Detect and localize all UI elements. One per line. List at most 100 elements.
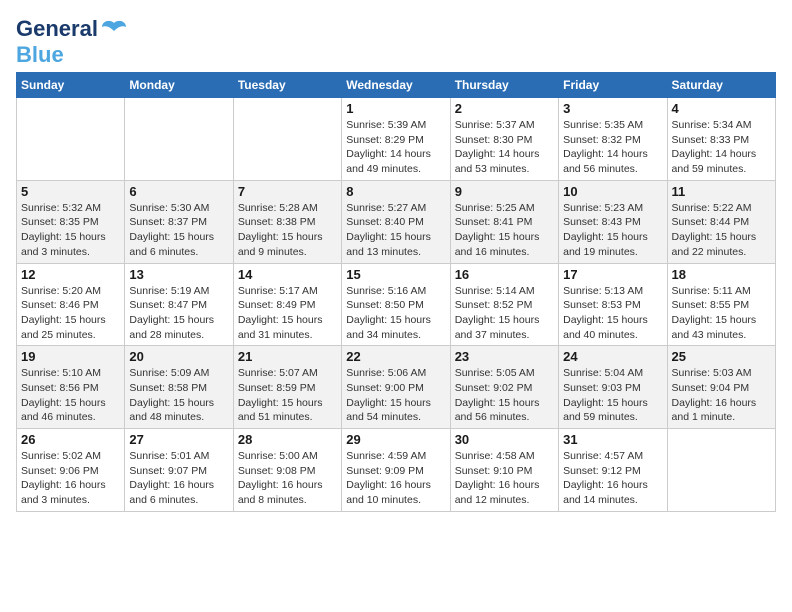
day-number: 24 bbox=[563, 349, 662, 364]
day-number: 9 bbox=[455, 184, 554, 199]
day-number: 3 bbox=[563, 101, 662, 116]
day-number: 20 bbox=[129, 349, 228, 364]
weekday-header-friday: Friday bbox=[559, 73, 667, 98]
day-cell: 12 Sunrise: 5:20 AM Sunset: 8:46 PM Dayli… bbox=[17, 263, 125, 346]
day-number: 10 bbox=[563, 184, 662, 199]
day-info: Sunrise: 5:06 AM Sunset: 9:00 PM Dayligh… bbox=[346, 366, 445, 425]
day-cell: 22 Sunrise: 5:06 AM Sunset: 9:00 PM Dayli… bbox=[342, 346, 450, 429]
day-number: 16 bbox=[455, 267, 554, 282]
day-cell: 11Sunrise: 5:22 AM Sunset: 8:44 PM Dayli… bbox=[667, 180, 775, 263]
day-info: Sunrise: 5:20 AM Sunset: 8:46 PM Dayligh… bbox=[21, 284, 120, 343]
logo-bird-icon bbox=[100, 19, 128, 39]
week-row-5: 26Sunrise: 5:02 AM Sunset: 9:06 PM Dayli… bbox=[17, 429, 776, 512]
day-number: 21 bbox=[238, 349, 337, 364]
day-number: 18 bbox=[672, 267, 771, 282]
day-cell: 26Sunrise: 5:02 AM Sunset: 9:06 PM Dayli… bbox=[17, 429, 125, 512]
day-number: 5 bbox=[21, 184, 120, 199]
day-cell: 13Sunrise: 5:19 AM Sunset: 8:47 PM Dayli… bbox=[125, 263, 233, 346]
day-info: Sunrise: 4:57 AM Sunset: 9:12 PM Dayligh… bbox=[563, 449, 662, 508]
day-info: Sunrise: 5:22 AM Sunset: 8:44 PM Dayligh… bbox=[672, 201, 771, 260]
day-number: 22 bbox=[346, 349, 445, 364]
day-cell: 28Sunrise: 5:00 AM Sunset: 9:08 PM Dayli… bbox=[233, 429, 341, 512]
day-info: Sunrise: 5:25 AM Sunset: 8:41 PM Dayligh… bbox=[455, 201, 554, 260]
day-cell: 30 Sunrise: 4:58 AM Sunset: 9:10 PM Dayli… bbox=[450, 429, 558, 512]
logo-blue: Blue bbox=[16, 42, 64, 67]
day-number: 4 bbox=[672, 101, 771, 116]
weekday-header-wednesday: Wednesday bbox=[342, 73, 450, 98]
day-info: Sunrise: 5:27 AM Sunset: 8:40 PM Dayligh… bbox=[346, 201, 445, 260]
week-row-4: 19 Sunrise: 5:10 AM Sunset: 8:56 PM Dayli… bbox=[17, 346, 776, 429]
day-cell bbox=[233, 98, 341, 181]
day-cell: 1 Sunrise: 5:39 AM Sunset: 8:29 PM Daylig… bbox=[342, 98, 450, 181]
day-info: Sunrise: 5:28 AM Sunset: 8:38 PM Dayligh… bbox=[238, 201, 337, 260]
day-info: Sunrise: 5:13 AM Sunset: 8:53 PM Dayligh… bbox=[563, 284, 662, 343]
day-cell: 24 Sunrise: 5:04 AM Sunset: 9:03 PM Dayli… bbox=[559, 346, 667, 429]
calendar-table: SundayMondayTuesdayWednesdayThursdayFrid… bbox=[16, 72, 776, 512]
day-number: 13 bbox=[129, 267, 228, 282]
day-number: 17 bbox=[563, 267, 662, 282]
day-number: 1 bbox=[346, 101, 445, 116]
day-number: 12 bbox=[21, 267, 120, 282]
day-cell: 4 Sunrise: 5:34 AM Sunset: 8:33 PM Daylig… bbox=[667, 98, 775, 181]
week-row-2: 5 Sunrise: 5:32 AM Sunset: 8:35 PM Daylig… bbox=[17, 180, 776, 263]
day-info: Sunrise: 5:17 AM Sunset: 8:49 PM Dayligh… bbox=[238, 284, 337, 343]
weekday-header-thursday: Thursday bbox=[450, 73, 558, 98]
day-cell: 20 Sunrise: 5:09 AM Sunset: 8:58 PM Dayli… bbox=[125, 346, 233, 429]
day-number: 8 bbox=[346, 184, 445, 199]
day-cell: 8 Sunrise: 5:27 AM Sunset: 8:40 PM Daylig… bbox=[342, 180, 450, 263]
day-number: 15 bbox=[346, 267, 445, 282]
week-row-3: 12 Sunrise: 5:20 AM Sunset: 8:46 PM Dayli… bbox=[17, 263, 776, 346]
day-number: 19 bbox=[21, 349, 120, 364]
day-info: Sunrise: 5:04 AM Sunset: 9:03 PM Dayligh… bbox=[563, 366, 662, 425]
day-number: 14 bbox=[238, 267, 337, 282]
day-cell bbox=[125, 98, 233, 181]
day-number: 28 bbox=[238, 432, 337, 447]
day-number: 25 bbox=[672, 349, 771, 364]
day-info: Sunrise: 5:34 AM Sunset: 8:33 PM Dayligh… bbox=[672, 118, 771, 177]
day-info: Sunrise: 5:16 AM Sunset: 8:50 PM Dayligh… bbox=[346, 284, 445, 343]
day-cell: 27Sunrise: 5:01 AM Sunset: 9:07 PM Dayli… bbox=[125, 429, 233, 512]
weekday-header-row: SundayMondayTuesdayWednesdayThursdayFrid… bbox=[17, 73, 776, 98]
day-info: Sunrise: 5:07 AM Sunset: 8:59 PM Dayligh… bbox=[238, 366, 337, 425]
day-number: 30 bbox=[455, 432, 554, 447]
weekday-header-monday: Monday bbox=[125, 73, 233, 98]
day-cell: 5 Sunrise: 5:32 AM Sunset: 8:35 PM Daylig… bbox=[17, 180, 125, 263]
day-cell: 25 Sunrise: 5:03 AM Sunset: 9:04 PM Dayli… bbox=[667, 346, 775, 429]
day-info: Sunrise: 5:39 AM Sunset: 8:29 PM Dayligh… bbox=[346, 118, 445, 177]
day-info: Sunrise: 5:10 AM Sunset: 8:56 PM Dayligh… bbox=[21, 366, 120, 425]
day-cell: 29Sunrise: 4:59 AM Sunset: 9:09 PM Dayli… bbox=[342, 429, 450, 512]
day-number: 23 bbox=[455, 349, 554, 364]
day-info: Sunrise: 5:09 AM Sunset: 8:58 PM Dayligh… bbox=[129, 366, 228, 425]
day-cell: 19 Sunrise: 5:10 AM Sunset: 8:56 PM Dayli… bbox=[17, 346, 125, 429]
day-info: Sunrise: 5:14 AM Sunset: 8:52 PM Dayligh… bbox=[455, 284, 554, 343]
page-header: General Blue bbox=[16, 16, 776, 68]
day-info: Sunrise: 5:35 AM Sunset: 8:32 PM Dayligh… bbox=[563, 118, 662, 177]
day-info: Sunrise: 5:30 AM Sunset: 8:37 PM Dayligh… bbox=[129, 201, 228, 260]
day-cell: 17 Sunrise: 5:13 AM Sunset: 8:53 PM Dayli… bbox=[559, 263, 667, 346]
week-row-1: 1 Sunrise: 5:39 AM Sunset: 8:29 PM Daylig… bbox=[17, 98, 776, 181]
day-cell: 23 Sunrise: 5:05 AM Sunset: 9:02 PM Dayli… bbox=[450, 346, 558, 429]
day-number: 7 bbox=[238, 184, 337, 199]
weekday-header-sunday: Sunday bbox=[17, 73, 125, 98]
day-info: Sunrise: 4:58 AM Sunset: 9:10 PM Dayligh… bbox=[455, 449, 554, 508]
day-info: Sunrise: 5:32 AM Sunset: 8:35 PM Dayligh… bbox=[21, 201, 120, 260]
day-cell: 15 Sunrise: 5:16 AM Sunset: 8:50 PM Dayli… bbox=[342, 263, 450, 346]
day-number: 26 bbox=[21, 432, 120, 447]
day-cell: 2Sunrise: 5:37 AM Sunset: 8:30 PM Daylig… bbox=[450, 98, 558, 181]
day-cell bbox=[667, 429, 775, 512]
day-info: Sunrise: 5:03 AM Sunset: 9:04 PM Dayligh… bbox=[672, 366, 771, 425]
day-cell: 10 Sunrise: 5:23 AM Sunset: 8:43 PM Dayli… bbox=[559, 180, 667, 263]
day-info: Sunrise: 5:37 AM Sunset: 8:30 PM Dayligh… bbox=[455, 118, 554, 177]
weekday-header-tuesday: Tuesday bbox=[233, 73, 341, 98]
day-cell: 16 Sunrise: 5:14 AM Sunset: 8:52 PM Dayli… bbox=[450, 263, 558, 346]
day-cell: 14 Sunrise: 5:17 AM Sunset: 8:49 PM Dayli… bbox=[233, 263, 341, 346]
day-number: 6 bbox=[129, 184, 228, 199]
day-cell: 18Sunrise: 5:11 AM Sunset: 8:55 PM Dayli… bbox=[667, 263, 775, 346]
day-cell: 31Sunrise: 4:57 AM Sunset: 9:12 PM Dayli… bbox=[559, 429, 667, 512]
logo-general: General bbox=[16, 16, 98, 42]
logo: General Blue bbox=[16, 16, 128, 68]
weekday-header-saturday: Saturday bbox=[667, 73, 775, 98]
day-info: Sunrise: 5:23 AM Sunset: 8:43 PM Dayligh… bbox=[563, 201, 662, 260]
day-number: 29 bbox=[346, 432, 445, 447]
day-info: Sunrise: 5:05 AM Sunset: 9:02 PM Dayligh… bbox=[455, 366, 554, 425]
